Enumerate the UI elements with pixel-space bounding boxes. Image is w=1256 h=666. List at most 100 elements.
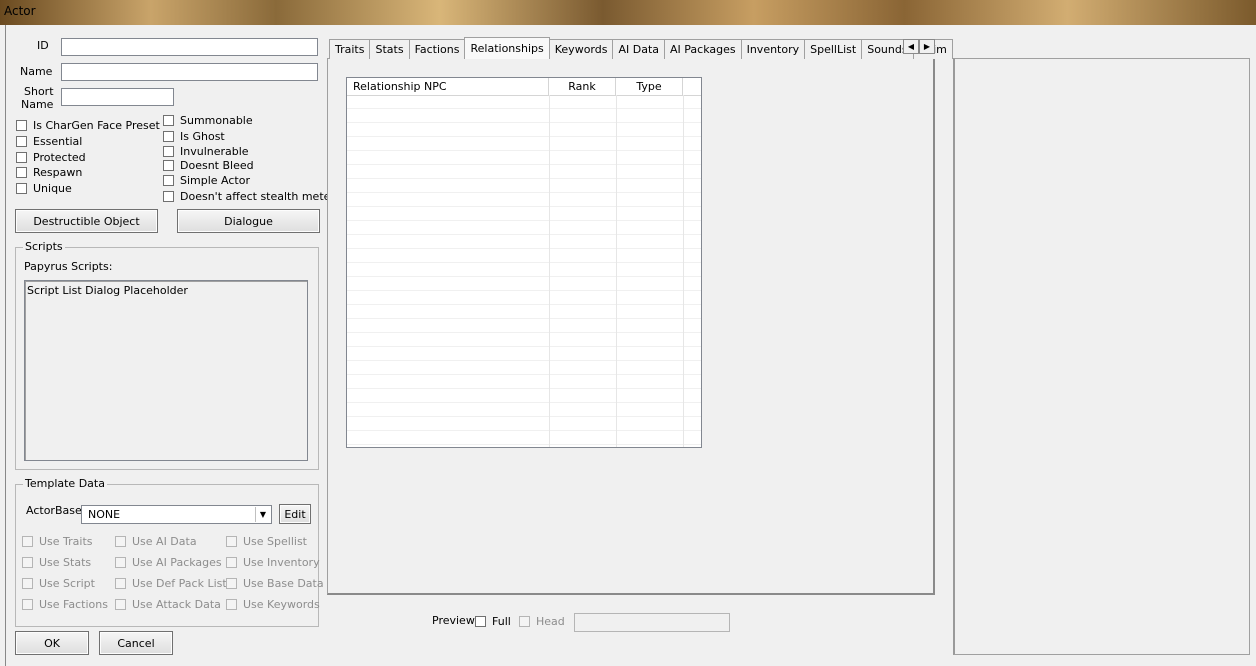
checkbox-box[interactable]	[226, 536, 237, 547]
actorbase-label: ActorBase	[26, 504, 82, 517]
relationships-list-body	[347, 95, 701, 447]
checkbox-box[interactable]	[519, 616, 530, 627]
ok-button[interactable]: OK	[15, 631, 89, 655]
checkbox-box[interactable]	[226, 599, 237, 610]
scripts-group-label: Scripts	[23, 240, 65, 253]
checkbox-box[interactable]	[226, 557, 237, 568]
checkbox-box[interactable]	[22, 599, 33, 610]
actorbase-value: NONE	[88, 508, 121, 521]
checkbox-box[interactable]	[115, 599, 126, 610]
name-input[interactable]	[61, 63, 318, 81]
flag-checkbox-right-3[interactable]: Doesnt Bleed	[163, 159, 254, 172]
tab-spelllist[interactable]: SpellList	[804, 39, 863, 59]
checkbox-box[interactable]	[16, 120, 27, 131]
name-label: Name	[20, 65, 53, 78]
tab-traits[interactable]: Traits	[329, 39, 371, 59]
checkbox-box[interactable]	[475, 616, 486, 627]
preview-label: Preview	[432, 614, 475, 627]
column-header-rank[interactable]: Rank	[549, 78, 616, 95]
template-checkbox-col1-0[interactable]: Use Traits	[22, 535, 93, 548]
tab-ai-packages[interactable]: AI Packages	[664, 39, 742, 59]
checkbox-box[interactable]	[226, 578, 237, 589]
template-checkbox-col2-0[interactable]: Use AI Data	[115, 535, 197, 548]
flag-checkbox-left-3[interactable]: Respawn	[16, 166, 82, 179]
checkbox-box[interactable]	[115, 578, 126, 589]
flag-checkbox-left-2[interactable]: Protected	[16, 151, 86, 164]
checkbox-box[interactable]	[115, 557, 126, 568]
template-checkbox-col3-1-label: Use Inventory	[243, 556, 320, 569]
relationships-list[interactable]: Relationship NPC Rank Type	[346, 77, 702, 448]
template-checkbox-col2-1[interactable]: Use AI Packages	[115, 556, 222, 569]
checkbox-box[interactable]	[22, 536, 33, 547]
checkbox-box[interactable]	[163, 146, 174, 157]
tab-relationships[interactable]: Relationships	[464, 37, 550, 59]
template-checkbox-col2-2-label: Use Def Pack List	[132, 577, 227, 590]
checkbox-box[interactable]	[115, 536, 126, 547]
cancel-button[interactable]: Cancel	[99, 631, 173, 655]
template-checkbox-col2-3[interactable]: Use Attack Data	[115, 598, 221, 611]
script-list[interactable]: Script List Dialog Placeholder	[24, 280, 308, 461]
papyrus-scripts-label: Papyrus Scripts:	[24, 260, 113, 273]
preview-render-panel[interactable]	[953, 58, 1250, 655]
flag-checkbox-left-4-label: Unique	[33, 182, 72, 195]
flag-checkbox-right-0-label: Summonable	[180, 114, 253, 127]
flag-checkbox-right-4[interactable]: Simple Actor	[163, 174, 250, 187]
template-checkbox-col1-2[interactable]: Use Script	[22, 577, 95, 590]
template-checkbox-col3-0[interactable]: Use Spellist	[226, 535, 307, 548]
tab-strip: Traits Stats Factions Relationships Keywords…	[329, 37, 953, 59]
flag-checkbox-left-4[interactable]: Unique	[16, 182, 72, 195]
tab-scroll-right-icon[interactable]: ▶	[919, 39, 935, 54]
checkbox-box[interactable]	[22, 557, 33, 568]
template-checkbox-col3-2-label: Use Base Data	[243, 577, 324, 590]
column-divider	[616, 95, 617, 447]
edit-button[interactable]: Edit	[279, 504, 311, 524]
column-divider	[683, 95, 684, 447]
column-header-relationship-npc[interactable]: Relationship NPC	[347, 78, 549, 95]
flag-checkbox-left-0[interactable]: Is CharGen Face Preset	[16, 119, 160, 132]
flag-checkbox-right-0[interactable]: Summonable	[163, 114, 253, 127]
column-header-type[interactable]: Type	[616, 78, 683, 95]
checkbox-box[interactable]	[163, 115, 174, 126]
flag-checkbox-right-5-label: Doesn't affect stealth meter	[180, 190, 335, 203]
checkbox-box[interactable]	[163, 160, 174, 171]
checkbox-box[interactable]	[163, 131, 174, 142]
checkbox-box[interactable]	[163, 191, 174, 202]
checkbox-box[interactable]	[163, 175, 174, 186]
preview-head-label: Head	[536, 615, 565, 628]
tab-stats[interactable]: Stats	[369, 39, 410, 59]
flag-checkbox-right-2[interactable]: Invulnerable	[163, 145, 249, 158]
actorbase-select[interactable]: NONE ▼	[81, 505, 272, 524]
preview-full-checkbox[interactable]: Full	[475, 615, 511, 628]
template-checkbox-col3-3[interactable]: Use Keywords	[226, 598, 320, 611]
tab-scroll-left-icon[interactable]: ◀	[903, 39, 919, 54]
flag-checkbox-right-1-label: Is Ghost	[180, 130, 225, 143]
preview-head-checkbox[interactable]: Head	[519, 615, 565, 628]
flag-checkbox-right-1[interactable]: Is Ghost	[163, 130, 225, 143]
preview-field	[574, 613, 730, 632]
checkbox-box[interactable]	[16, 167, 27, 178]
template-checkbox-col1-3[interactable]: Use Factions	[22, 598, 108, 611]
window-title: Actor	[4, 4, 36, 18]
id-input[interactable]	[61, 38, 318, 56]
dialogue-button[interactable]: Dialogue	[177, 209, 320, 233]
column-divider	[549, 95, 550, 447]
checkbox-box[interactable]	[16, 183, 27, 194]
tab-inventory[interactable]: Inventory	[740, 39, 806, 59]
template-checkbox-col1-1[interactable]: Use Stats	[22, 556, 91, 569]
checkbox-box[interactable]	[22, 578, 33, 589]
flag-checkbox-left-0-label: Is CharGen Face Preset	[33, 119, 160, 132]
tab-factions[interactable]: Factions	[408, 39, 466, 59]
flag-checkbox-left-1[interactable]: Essential	[16, 135, 82, 148]
checkbox-box[interactable]	[16, 152, 27, 163]
tab-ai-data[interactable]: AI Data	[612, 39, 665, 59]
chevron-down-icon[interactable]: ▼	[255, 507, 270, 522]
tab-keywords[interactable]: Keywords	[548, 39, 614, 59]
destructible-object-button[interactable]: Destructible Object	[15, 209, 158, 233]
template-checkbox-col3-2[interactable]: Use Base Data	[226, 577, 324, 590]
template-checkbox-col3-3-label: Use Keywords	[243, 598, 320, 611]
short-name-input[interactable]	[61, 88, 174, 106]
flag-checkbox-right-5[interactable]: Doesn't affect stealth meter	[163, 190, 335, 203]
template-checkbox-col3-1[interactable]: Use Inventory	[226, 556, 320, 569]
template-checkbox-col2-2[interactable]: Use Def Pack List	[115, 577, 227, 590]
checkbox-box[interactable]	[16, 136, 27, 147]
